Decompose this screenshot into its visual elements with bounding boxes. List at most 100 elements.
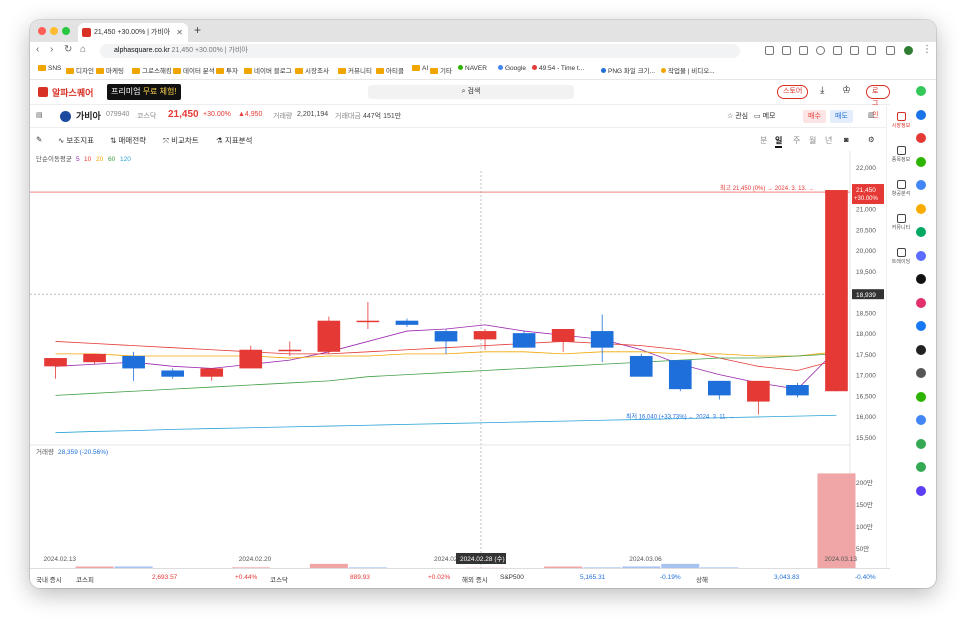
bookmark-item[interactable]: 시장조사 — [295, 65, 329, 75]
bookmark-item[interactable]: 커뮤니티 — [338, 65, 372, 75]
url-field[interactable]: alphasquare.co.kr 21,450 +30.00% | 가비아 — [100, 44, 740, 58]
browser-extension-icon[interactable] — [916, 297, 926, 308]
period-week[interactable]: 주 — [793, 135, 800, 146]
sidebar-item-flight-analysis[interactable]: 항공분석 — [887, 180, 915, 197]
browser-extension-icon[interactable] — [916, 274, 926, 284]
bookmark-item[interactable]: 작업물 | 비디오... — [661, 65, 715, 75]
period-minute[interactable]: 분 — [760, 135, 767, 146]
sell-button[interactable]: 매도 — [830, 110, 853, 123]
browser-tab[interactable]: 21,450 +30.00% | 가비아 ✕ — [78, 23, 188, 42]
period-year[interactable]: 년 — [825, 135, 832, 146]
panel-toggle-icon[interactable]: ▤ — [36, 111, 43, 119]
bookmark-item[interactable]: PNG 파일 크기... — [601, 65, 655, 75]
bookmark-item[interactable]: Google — [498, 65, 526, 72]
candle-body — [629, 355, 653, 377]
bookmark-item[interactable]: NAVER — [458, 65, 487, 72]
watch-button[interactable]: ☆ 관심 — [727, 111, 748, 121]
sp500-label[interactable]: S&P500 — [500, 574, 524, 581]
browser-extension-icon[interactable] — [916, 415, 926, 425]
bookmark-label: 디자인 — [76, 68, 94, 75]
aux-indicator-button[interactable]: ∿ 보조지표 — [58, 135, 94, 146]
y-tick-label: 19,500 — [856, 269, 876, 276]
sidebar-item-stock-info[interactable]: 종목정보 — [887, 146, 915, 163]
puzzle-icon[interactable] — [867, 46, 876, 55]
sidebar-item-community[interactable]: 커뮤니티 — [887, 214, 915, 231]
site-logo[interactable]: 알파스퀘어 — [52, 86, 93, 99]
browser-extension-icon[interactable] — [916, 462, 926, 472]
bookmark-label: PNG 파일 크기... — [608, 68, 656, 75]
camera-icon[interactable]: ◙ — [844, 135, 849, 144]
settings-gear-icon[interactable]: ⚙ — [868, 135, 875, 144]
bookmark-item[interactable]: 그로스해킹 — [132, 65, 172, 75]
premium-promo-button[interactable]: 프리미엄 무료 체험! — [107, 84, 181, 100]
profile-avatar[interactable] — [904, 46, 913, 55]
screenshot-icon[interactable] — [850, 46, 859, 55]
memo-button[interactable]: ▭ 메모 — [754, 111, 775, 121]
close-tab-icon[interactable]: ✕ — [176, 23, 183, 42]
browser-extension-icon[interactable] — [916, 321, 926, 331]
browser-extension-icon[interactable] — [916, 133, 926, 143]
bookmark-item[interactable]: AI — [412, 65, 428, 72]
browser-extension-icon[interactable] — [916, 227, 926, 237]
search-input[interactable]: ⌕ 검색 — [368, 85, 574, 99]
shanghai-value: 3,043.83 — [774, 574, 800, 581]
bookmark-item[interactable]: 데이터 분석 — [173, 65, 215, 75]
login-button[interactable]: 로그인 — [866, 85, 890, 119]
buy-button[interactable]: 매수 — [803, 110, 826, 123]
back-icon[interactable]: ‹ — [36, 44, 39, 55]
bookmark-item[interactable]: 기타 — [430, 65, 452, 75]
more-menu-icon[interactable]: ⋮ — [922, 44, 932, 55]
browser-extension-icon[interactable] — [916, 438, 926, 449]
browser-extension-icon[interactable] — [916, 180, 926, 190]
draw-icon[interactable]: ✎ — [36, 135, 42, 144]
site-header: 알파스퀘어 프리미엄 무료 체험! ⌕ 검색 스토어 ⤓ ♔ 로그인 — [30, 80, 890, 119]
browser-extension-icon[interactable] — [916, 156, 926, 167]
minimize-window-button[interactable] — [50, 27, 58, 35]
browser-extension-icon[interactable] — [916, 86, 926, 96]
bookmark-star-icon[interactable] — [799, 46, 808, 55]
browser-extension-icon[interactable] — [916, 344, 926, 355]
layout-toggle-icon[interactable]: ▥ — [868, 111, 875, 119]
strategy-button[interactable]: ⇅ 매매전략 — [110, 135, 146, 146]
translate-icon[interactable] — [782, 46, 791, 55]
browser-extension-icon[interactable] — [916, 109, 926, 120]
share-icon[interactable] — [765, 46, 774, 55]
extension-icon[interactable] — [816, 46, 825, 55]
analysis-button[interactable]: ⚗ 지표분석 — [216, 135, 252, 146]
sidebar-item-trading[interactable]: 트레이딩 — [887, 248, 915, 265]
browser-extension-icon[interactable] — [916, 391, 926, 402]
folder-icon — [430, 68, 438, 74]
x-date-label: 2024.03.06 — [629, 556, 662, 563]
sidebar-toggle-icon[interactable] — [886, 46, 895, 55]
bookmark-item[interactable]: 49:54 - Time t... — [532, 65, 584, 72]
bookmark-item[interactable]: 투자 — [216, 65, 238, 75]
home-icon[interactable]: ⌂ — [80, 44, 86, 55]
y-tick-label: 16,500 — [856, 393, 876, 400]
download-icon[interactable]: ⤓ — [820, 85, 824, 96]
period-day[interactable]: 일 — [775, 135, 783, 148]
browser-extension-icon[interactable] — [916, 203, 926, 214]
browser-extension-icon[interactable] — [916, 250, 926, 261]
browser-extension-icon[interactable] — [916, 368, 926, 378]
close-window-button[interactable] — [38, 27, 46, 35]
trophy-icon[interactable]: ♔ — [842, 85, 851, 96]
kosdaq-label[interactable]: 코스닥 — [270, 574, 288, 584]
shanghai-label[interactable]: 상해 — [696, 574, 708, 584]
browser-extension-icon[interactable] — [916, 485, 926, 496]
maximize-window-button[interactable] — [62, 27, 70, 35]
compare-button[interactable]: ⤧ 비교차트 — [163, 135, 199, 146]
new-tab-icon[interactable]: + — [194, 23, 201, 37]
bookmark-item[interactable]: 네이버 블로그 — [244, 65, 292, 75]
download-icon[interactable] — [833, 46, 842, 55]
bookmark-item[interactable]: 디자인 — [66, 65, 94, 75]
price-chart[interactable]: 22,00021,50021,00020,50020,00019,50019,0… — [30, 151, 886, 568]
kospi-label[interactable]: 코스피 — [76, 574, 94, 584]
bookmark-item[interactable]: 마케팅 — [96, 65, 124, 75]
store-button[interactable]: 스토어 — [777, 85, 809, 99]
period-month[interactable]: 월 — [809, 135, 816, 146]
reload-icon[interactable]: ↻ — [64, 44, 72, 55]
forward-icon[interactable]: › — [50, 44, 53, 55]
bookmark-item[interactable]: SNS — [38, 65, 61, 72]
bookmark-item[interactable]: 아티클 — [376, 65, 404, 75]
sidebar-item-market-info[interactable]: 시장정보 — [887, 112, 915, 129]
